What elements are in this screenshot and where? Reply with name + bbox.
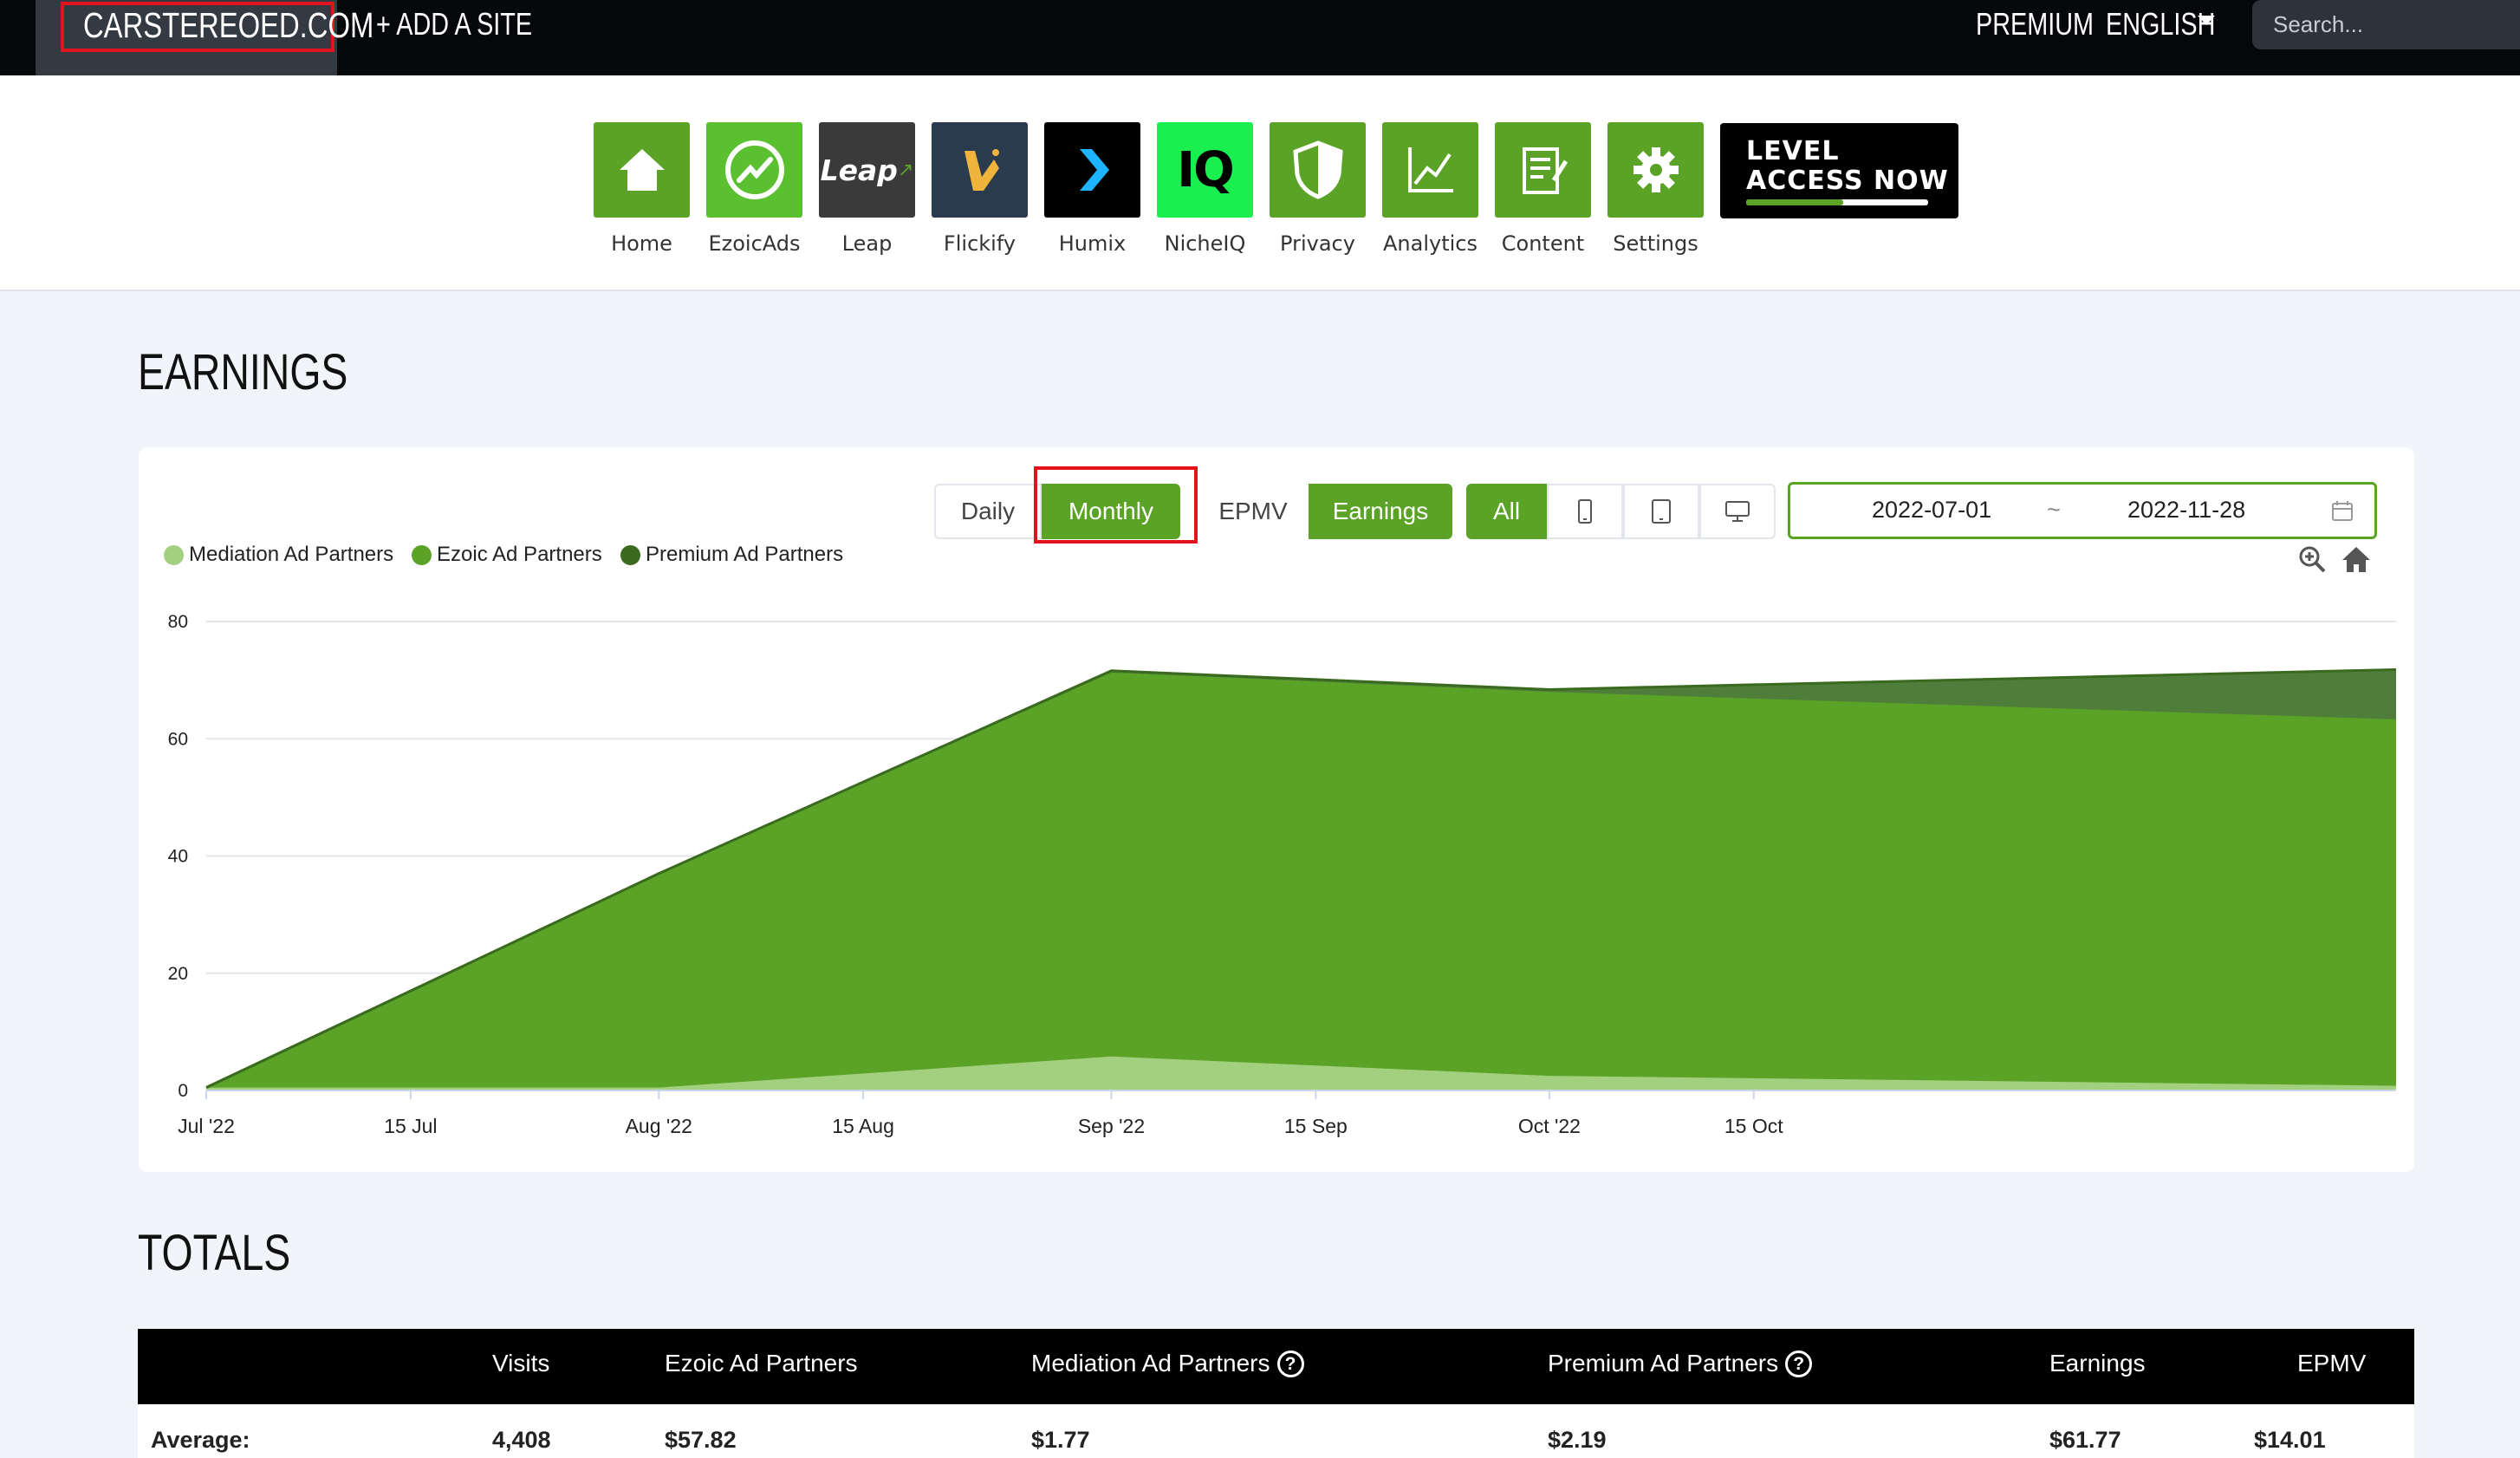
header-earnings: Earnings bbox=[2049, 1350, 2146, 1377]
x-tick-label: Jul '22 bbox=[178, 1115, 235, 1137]
y-tick-label: 40 bbox=[168, 847, 188, 867]
cell-premium: $2.19 bbox=[1548, 1427, 1607, 1453]
row-label: Average: bbox=[151, 1427, 250, 1453]
x-tick-label: Sep '22 bbox=[1078, 1115, 1145, 1137]
cell-epmv: $14.01 bbox=[2254, 1427, 2326, 1453]
y-tick-label: 60 bbox=[168, 729, 188, 749]
x-tick-label: 15 Jul bbox=[384, 1115, 437, 1137]
table-row: Average: 4,408 $57.82 $1.77 $2.19 $61.77… bbox=[138, 1404, 2414, 1458]
x-tick-label: Oct '22 bbox=[1518, 1115, 1581, 1137]
cell-mediation: $1.77 bbox=[1031, 1427, 1090, 1453]
x-tick-label: 15 Sep bbox=[1284, 1115, 1348, 1137]
cell-earnings: $61.77 bbox=[2049, 1427, 2121, 1453]
earnings-area-chart: 0 20 40 60 80 Jul '22 15 Jul Aug '22 15 Aug Sep '… bbox=[168, 612, 2397, 1137]
help-icon[interactable]: ? bbox=[1276, 1350, 1304, 1377]
totals-title: TOTALS bbox=[138, 1225, 291, 1281]
help-icon[interactable]: ? bbox=[1785, 1350, 1813, 1377]
cell-ezoic: $57.82 bbox=[665, 1427, 737, 1453]
x-tick-label: Aug '22 bbox=[626, 1115, 692, 1137]
header-mediation-ad-partners: Mediation Ad Partners? bbox=[1031, 1350, 1304, 1377]
totals-table-header: Visits Ezoic Ad Partners Mediation Ad Pa… bbox=[138, 1329, 2414, 1404]
y-tick-label: 80 bbox=[168, 612, 188, 632]
header-label: Premium Ad Partners bbox=[1548, 1350, 1779, 1377]
cell-visits: 4,408 bbox=[492, 1427, 551, 1453]
area-series-ezoic-ad-partners bbox=[206, 672, 2396, 1088]
header-ezoic-ad-partners: Ezoic Ad Partners bbox=[665, 1350, 858, 1377]
y-tick-label: 0 bbox=[178, 1081, 188, 1101]
x-tick-label: 15 Aug bbox=[832, 1115, 894, 1137]
header-epmv: EPMV bbox=[2297, 1350, 2367, 1377]
header-premium-ad-partners: Premium Ad Partners? bbox=[1548, 1350, 1813, 1377]
x-tick-label: 15 Oct bbox=[1724, 1115, 1783, 1137]
header-label: Mediation Ad Partners bbox=[1031, 1350, 1270, 1377]
header-visits: Visits bbox=[492, 1350, 550, 1377]
y-tick-label: 20 bbox=[168, 964, 188, 984]
